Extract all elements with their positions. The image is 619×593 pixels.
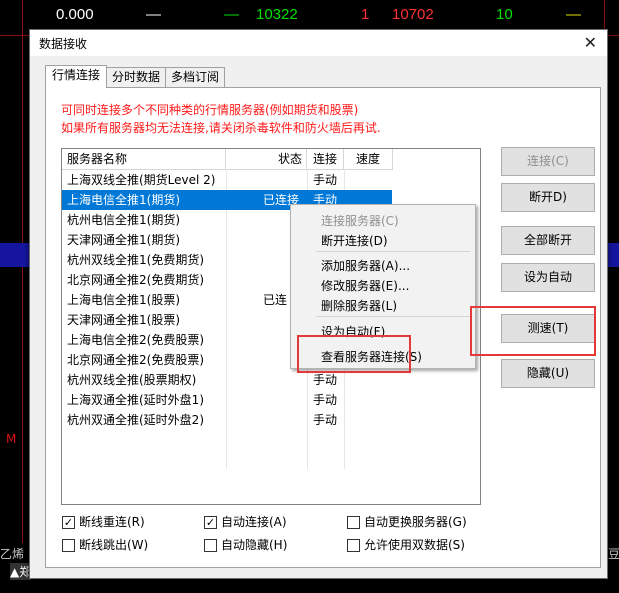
checkbox-label: 断线重连(R) xyxy=(79,515,145,529)
quote-volume-2: 10702 xyxy=(392,6,434,23)
checkbox-label: 允许使用双数据(S) xyxy=(364,538,465,552)
notice-line-1: 可同时连接多个不同种类的行情服务器(例如期货和股票) xyxy=(61,103,359,117)
menu-separator xyxy=(316,251,470,252)
server-name: 杭州电信全推1(期货) xyxy=(67,213,180,227)
server-name: 上海双通全推(延时外盘1) xyxy=(67,393,204,407)
dialog-title: 数据接收 xyxy=(39,37,88,51)
checkbox-label: 断线跳出(W) xyxy=(79,538,149,552)
server-status: 已连 xyxy=(263,293,288,307)
checkbox-box[interactable]: ✓ xyxy=(62,516,75,529)
server-name: 北京网通全推2(免费股票) xyxy=(67,353,204,367)
column-header-speed[interactable]: 速度 xyxy=(344,149,393,170)
tab-data-download[interactable]: 分时数据 xyxy=(106,67,166,87)
column-header-connection[interactable]: 连接 xyxy=(307,149,344,170)
red-marker: M xyxy=(6,432,17,446)
menu-item-add-server[interactable]: 添加服务器(A)... xyxy=(321,257,410,274)
disconnect-all-button[interactable]: 全部断开 xyxy=(501,226,595,255)
set-auto-button[interactable]: 设为自动 xyxy=(501,263,595,292)
checkbox-label: 自动隐藏(H) xyxy=(221,538,288,552)
column-header-status-label: 状态 xyxy=(277,152,302,166)
connect-button[interactable]: 连接(C) xyxy=(501,147,595,176)
tab-quote-connection[interactable]: 行情连接 xyxy=(45,65,107,88)
server-conn: 手动 xyxy=(313,173,338,187)
server-name: 天津网通全推1(期货) xyxy=(67,233,180,247)
checkbox-label: 自动更换服务器(G) xyxy=(364,515,467,529)
quote-count: 10 xyxy=(496,6,513,23)
server-conn: 手动 xyxy=(313,373,338,387)
close-icon[interactable]: ✕ xyxy=(584,33,597,52)
highlight-box-speed-test xyxy=(470,306,596,356)
quote-dash-2: — xyxy=(224,6,239,23)
dialog-titlebar[interactable]: 数据接收 ✕ xyxy=(30,30,607,56)
quote-row: 0.000 — — 10322 1 10702 10 — xyxy=(0,0,619,30)
quote-volume-1: 10322 xyxy=(256,6,298,23)
server-name: 天津网通全推1(股票) xyxy=(67,313,180,327)
checkbox-box[interactable] xyxy=(347,539,360,552)
bottom-label-3: 豆 xyxy=(608,547,619,561)
notice-line-2: 如果所有服务器均无法连接,请关闭杀毒软件和防火墙后再试. xyxy=(61,121,381,135)
grid-line xyxy=(22,0,23,593)
tab-multi-level-subscribe[interactable]: 多档订阅 xyxy=(165,67,225,87)
server-name: 杭州双通全推(延时外盘2) xyxy=(67,413,204,427)
quote-price: 0.000 xyxy=(56,6,94,23)
server-name: 上海电信全推1(期货) xyxy=(67,193,180,207)
menu-item-delete-server[interactable]: 删除服务器(L) xyxy=(321,297,397,314)
checkbox-label: 自动连接(A) xyxy=(221,515,287,529)
menu-separator xyxy=(316,316,470,317)
quote-dash-1: — xyxy=(146,6,161,23)
hide-button[interactable]: 隐藏(U) xyxy=(501,359,595,388)
menu-item-modify-server[interactable]: 修改服务器(E)... xyxy=(321,277,409,294)
server-row[interactable]: 上海双线全推(期货Level 2) 手动 xyxy=(62,170,392,190)
server-conn: 手动 xyxy=(313,413,338,427)
data-receive-dialog: 数据接收 ✕ 行情连接 分时数据 多档订阅 可同时连接多个不同种类的行情服务器(… xyxy=(29,29,608,579)
server-name: 上海电信全推1(股票) xyxy=(67,293,180,307)
column-header-status[interactable]: 状态 xyxy=(226,149,307,170)
menu-item-disconnect[interactable]: 断开连接(D) xyxy=(321,232,388,249)
server-conn: 手动 xyxy=(313,393,338,407)
column-header-name[interactable]: 服务器名称 xyxy=(62,149,226,170)
server-name: 杭州双线全推1(免费期货) xyxy=(67,253,204,267)
server-name: 北京网通全推2(免费期货) xyxy=(67,273,204,287)
server-row[interactable]: 上海双通全推(延时外盘1) 手动 xyxy=(62,390,392,410)
server-row[interactable]: 杭州双线全推(股票期权) 手动 xyxy=(62,370,392,390)
disconnect-button[interactable]: 断开D) xyxy=(501,183,595,212)
checkbox-box[interactable] xyxy=(62,539,75,552)
checkbox-box[interactable] xyxy=(347,516,360,529)
server-name: 上海电信全推2(免费股票) xyxy=(67,333,204,347)
server-row[interactable]: 杭州双通全推(延时外盘2) 手动 xyxy=(62,410,392,430)
highlight-box-view-connections xyxy=(297,335,411,373)
menu-item-connect-server[interactable]: 连接服务器(C) xyxy=(321,212,399,229)
checkbox-box[interactable]: ✓ xyxy=(204,516,217,529)
server-name: 杭州双线全推(股票期权) xyxy=(67,373,197,387)
bottom-label-1: 乙烯 xyxy=(0,547,25,561)
checkbox-box[interactable] xyxy=(204,539,217,552)
quote-dash-3: — xyxy=(566,6,581,23)
server-name: 上海双线全推(期货Level 2) xyxy=(67,173,216,187)
quote-change: 1 xyxy=(361,6,370,23)
